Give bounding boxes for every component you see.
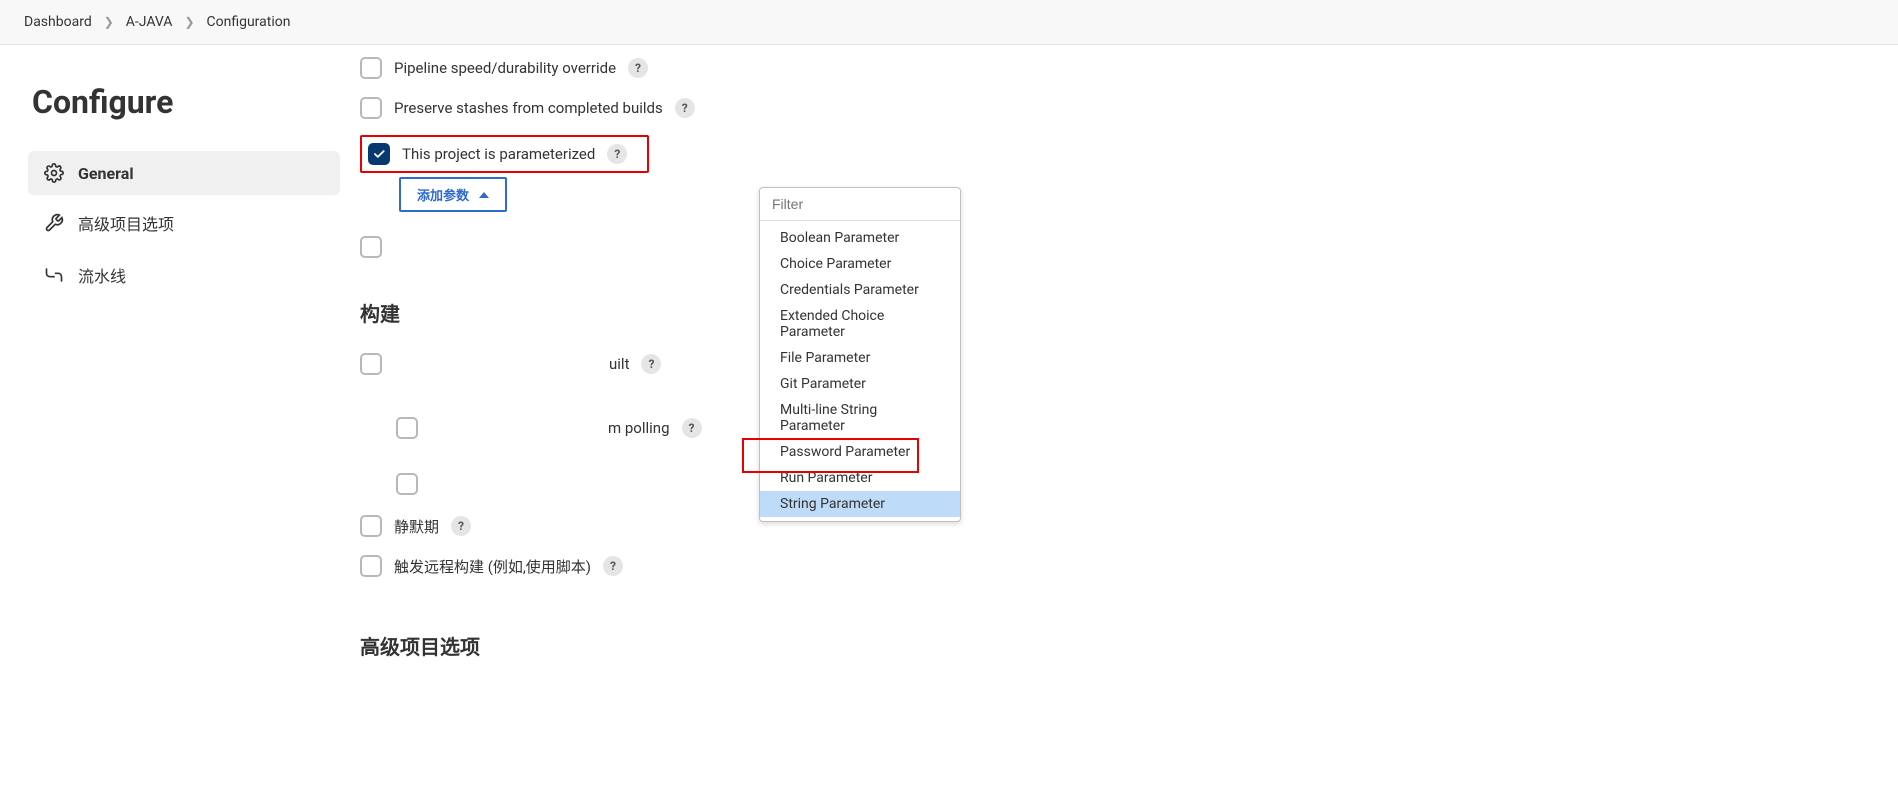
- checkbox-preserve-stashes[interactable]: [360, 97, 382, 119]
- help-icon[interactable]: ?: [675, 98, 695, 118]
- dropdown-item-run[interactable]: Run Parameter: [760, 465, 960, 491]
- option-hidden-2: [396, 467, 1732, 501]
- throttle-wrapper: m polling ?: [396, 411, 1732, 445]
- help-icon[interactable]: ?: [628, 58, 648, 78]
- dropdown-item-file[interactable]: File Parameter: [760, 345, 960, 371]
- chevron-right-icon: ❯: [184, 15, 194, 29]
- checkbox-silent-period[interactable]: [360, 515, 382, 537]
- checkbox-throttle[interactable]: [396, 417, 418, 439]
- help-icon[interactable]: ?: [603, 556, 623, 576]
- checkbox-remote-trigger[interactable]: [360, 555, 382, 577]
- dropdown-filter-input[interactable]: [760, 188, 960, 221]
- option-concurrent: uilt ?: [360, 347, 1732, 381]
- parameterized-subtree: 添加参数: [370, 177, 1732, 212]
- pipeline-icon: [44, 265, 64, 285]
- sidebar-item-pipeline[interactable]: 流水线: [28, 251, 340, 299]
- help-icon[interactable]: ?: [607, 144, 627, 164]
- page-title: Configure: [32, 83, 340, 121]
- help-icon[interactable]: ?: [682, 418, 702, 438]
- dropdown-item-password[interactable]: Password Parameter: [760, 439, 960, 465]
- option-pipeline-speed: Pipeline speed/durability override ?: [360, 51, 1732, 85]
- breadcrumb-item[interactable]: Configuration: [207, 14, 291, 30]
- label-pipeline-speed: Pipeline speed/durability override: [394, 59, 616, 77]
- sidebar: Configure General 高级项目选项 流水线: [0, 45, 360, 734]
- checkbox-parameterized[interactable]: [368, 143, 390, 165]
- help-icon[interactable]: ?: [641, 354, 661, 374]
- hidden-wrapper-2: [396, 467, 1732, 501]
- dropdown-item-multiline[interactable]: Multi-line String Parameter: [760, 397, 960, 439]
- dropdown-item-git[interactable]: Git Parameter: [760, 371, 960, 397]
- sidebar-item-general[interactable]: General: [28, 151, 340, 195]
- label-parameterized: This project is parameterized: [402, 145, 595, 163]
- breadcrumb-item[interactable]: A-JAVA: [126, 14, 173, 30]
- gear-icon: [44, 163, 64, 183]
- dropdown-item-extended-choice[interactable]: Extended Choice Parameter: [760, 303, 960, 345]
- dropdown-item-string[interactable]: String Parameter: [760, 491, 960, 517]
- label-preserve-stashes: Preserve stashes from completed builds: [394, 99, 663, 117]
- option-throttle: m polling ?: [396, 411, 1732, 445]
- section-build-heading: 构建: [360, 298, 1732, 327]
- option-parameterized-highlight: This project is parameterized ?: [360, 135, 649, 173]
- dropdown-item-choice[interactable]: Choice Parameter: [760, 251, 960, 277]
- checkbox-concurrent[interactable]: [360, 353, 382, 375]
- checkbox-hidden-1[interactable]: [360, 236, 382, 258]
- label-throttle-suffix: m polling: [608, 419, 670, 437]
- sidebar-item-label: 流水线: [78, 263, 126, 287]
- label-remote-trigger: 触发远程构建 (例如,使用脚本): [394, 556, 591, 577]
- breadcrumb-item[interactable]: Dashboard: [24, 14, 92, 30]
- checkbox-pipeline-speed[interactable]: [360, 57, 382, 79]
- sidebar-item-label: 高级项目选项: [78, 211, 174, 235]
- add-parameter-dropdown: Boolean Parameter Choice Parameter Crede…: [759, 187, 961, 522]
- section-advanced-heading: 高级项目选项: [360, 631, 1732, 660]
- add-param-label: 添加参数: [417, 185, 469, 204]
- sidebar-item-advanced[interactable]: 高级项目选项: [28, 199, 340, 247]
- wrench-icon: [44, 213, 64, 233]
- breadcrumb: Dashboard ❯ A-JAVA ❯ Configuration: [0, 0, 1898, 45]
- add-parameter-button[interactable]: 添加参数: [399, 177, 507, 212]
- option-silent-period: 静默期 ?: [360, 509, 1732, 543]
- dropdown-item-boolean[interactable]: Boolean Parameter: [760, 225, 960, 251]
- chevron-right-icon: ❯: [104, 15, 114, 29]
- dropdown-list: Boolean Parameter Choice Parameter Crede…: [760, 221, 960, 521]
- option-preserve-stashes: Preserve stashes from completed builds ?: [360, 91, 1732, 125]
- label-concurrent-suffix: uilt: [609, 355, 629, 373]
- dropdown-item-credentials[interactable]: Credentials Parameter: [760, 277, 960, 303]
- checkbox-hidden-2[interactable]: [396, 473, 418, 495]
- option-hidden-1: [360, 230, 1732, 264]
- help-icon[interactable]: ?: [451, 516, 471, 536]
- option-remote-trigger: 触发远程构建 (例如,使用脚本) ?: [360, 549, 1732, 583]
- main-content: Pipeline speed/durability override ? Pre…: [360, 45, 1780, 734]
- caret-up-icon: [479, 192, 489, 198]
- sidebar-item-label: General: [78, 164, 134, 183]
- label-silent-period: 静默期: [394, 516, 439, 537]
